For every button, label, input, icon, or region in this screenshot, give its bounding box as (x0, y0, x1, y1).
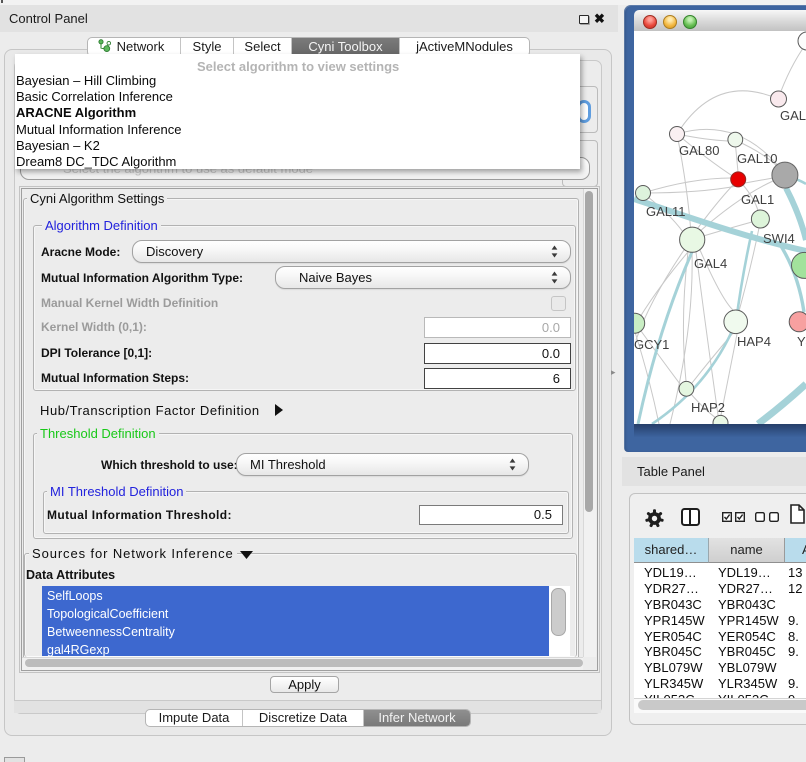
svg-text:YJ: YJ (797, 334, 806, 349)
svg-text:HAP2: HAP2 (691, 400, 725, 415)
svg-text:GAL1: GAL1 (741, 192, 774, 207)
svg-text:GAL4: GAL4 (694, 256, 727, 271)
svg-text:GAL80: GAL80 (679, 143, 719, 158)
svg-text:GAL10: GAL10 (737, 151, 777, 166)
svg-text:GCY1: GCY1 (634, 337, 669, 352)
svg-text:GAL7: GAL7 (780, 108, 806, 123)
svg-text:GAL11: GAL11 (646, 204, 686, 219)
svg-text:SWI4: SWI4 (763, 231, 795, 246)
svg-text:HAP4: HAP4 (737, 334, 771, 349)
